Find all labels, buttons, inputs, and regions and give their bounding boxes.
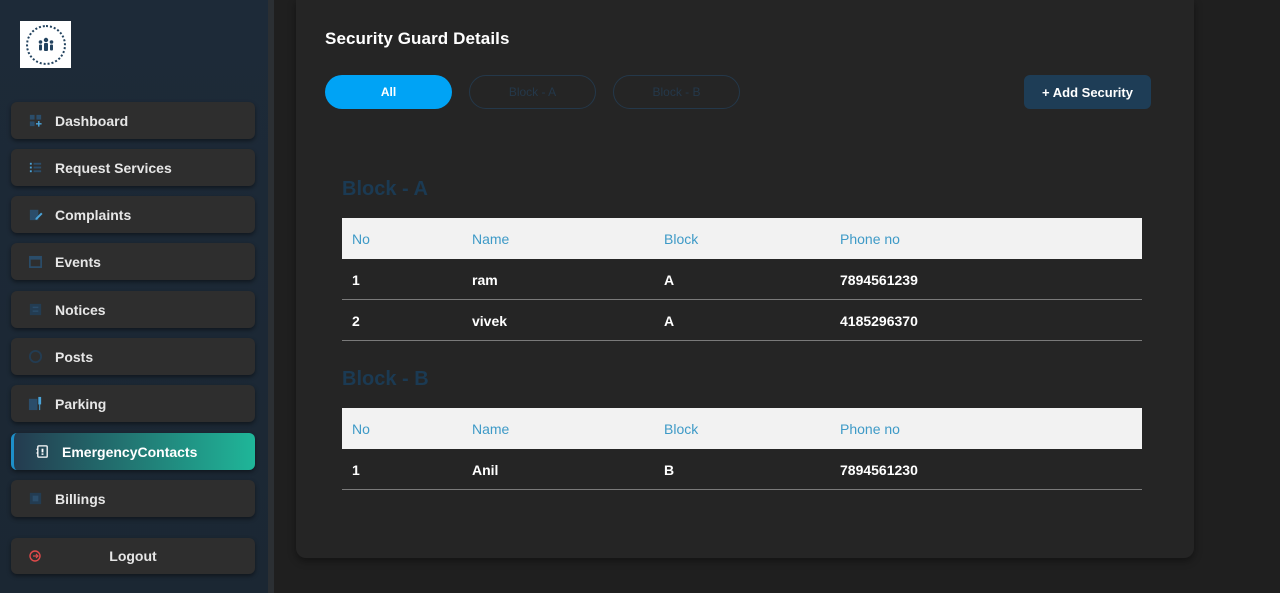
table-row: 2 vivek A 4185296370	[342, 300, 1142, 341]
block-a-table: No Name Block Phone no 1 ram A 789456123…	[342, 218, 1142, 341]
sidebar-item-complaints[interactable]: Complaints	[11, 196, 255, 233]
column-header-no: No	[352, 421, 370, 437]
cell-name: vivek	[472, 313, 508, 329]
sidebar-item-billings[interactable]: Billings	[11, 480, 255, 517]
logout-button[interactable]: Logout	[11, 538, 255, 574]
column-header-block: Block	[664, 231, 699, 247]
logout-icon	[29, 550, 41, 562]
sidebar-item-label: Parking	[55, 395, 107, 412]
cell-name: ram	[472, 272, 498, 288]
cell-phone: 7894561230	[840, 462, 918, 478]
table-header: No Name Block Phone no	[342, 408, 1142, 449]
add-security-button[interactable]: + Add Security	[1024, 75, 1151, 109]
sidebar-item-notices[interactable]: Notices	[11, 291, 255, 328]
sidebar-item-request-services[interactable]: Request Services	[11, 149, 255, 186]
column-header-phone: Phone no	[840, 421, 900, 437]
post-icon	[27, 349, 43, 365]
sidebar-item-label: Request Services	[55, 159, 172, 176]
calendar-icon	[27, 254, 43, 270]
table-row: 1 Anil B 7894561230	[342, 449, 1142, 490]
block-b-heading: Block - B	[342, 368, 429, 390]
sidebar-item-label: Notices	[55, 301, 106, 318]
cell-block: A	[664, 313, 675, 329]
column-header-block: Block	[664, 421, 699, 437]
cell-phone: 7894561239	[840, 272, 918, 288]
block-a-heading: Block - A	[342, 178, 428, 200]
community-logo[interactable]	[20, 21, 71, 68]
filter-block-b-button[interactable]: Block - B	[613, 75, 740, 109]
sidebar-item-label: Dashboard	[55, 112, 129, 129]
sidebar-item-parking[interactable]: Parking	[11, 385, 255, 422]
emergency-icon	[34, 444, 50, 460]
column-header-name: Name	[472, 231, 510, 247]
edit-icon	[27, 207, 43, 223]
parking-icon	[27, 396, 43, 412]
column-header-phone: Phone no	[840, 231, 900, 247]
sidebar-item-emergency-contacts[interactable]: EmergencyContacts	[11, 433, 255, 470]
sidebar-item-dashboard[interactable]: Dashboard	[11, 102, 255, 139]
cell-name: Anil	[472, 462, 499, 478]
filter-block-a-button[interactable]: Block - A	[469, 75, 596, 109]
sidebar-item-label: Events	[55, 253, 101, 270]
sidebar-item-label: Posts	[55, 348, 94, 365]
cell-no: 1	[352, 272, 360, 288]
cell-phone: 4185296370	[840, 313, 918, 329]
table-row: 1 ram A 7894561239	[342, 259, 1142, 300]
cell-block: B	[664, 462, 675, 478]
block-b-table: No Name Block Phone no 1 Anil B 78945612…	[342, 408, 1142, 490]
people-group-icon	[38, 37, 53, 51]
column-header-no: No	[352, 231, 370, 247]
sidebar-item-label: Billings	[55, 490, 106, 507]
list-icon	[27, 160, 43, 176]
logo-ring	[25, 24, 66, 65]
sidebar-item-label: Complaints	[55, 206, 132, 223]
notice-icon	[27, 302, 43, 318]
sidebar-item-posts[interactable]: Posts	[11, 338, 255, 375]
cell-no: 1	[352, 462, 360, 478]
cell-no: 2	[352, 313, 360, 329]
column-header-name: Name	[472, 421, 510, 437]
billing-icon	[27, 491, 43, 507]
dashboard-icon	[27, 113, 43, 129]
table-header: No Name Block Phone no	[342, 218, 1142, 259]
sidebar-item-events[interactable]: Events	[11, 243, 255, 280]
filter-all-button[interactable]: All	[325, 75, 452, 109]
sidebar-item-label: EmergencyContacts	[62, 443, 198, 460]
page-title: Security Guard Details	[325, 29, 510, 48]
logout-label: Logout	[109, 548, 157, 564]
cell-block: A	[664, 272, 675, 288]
